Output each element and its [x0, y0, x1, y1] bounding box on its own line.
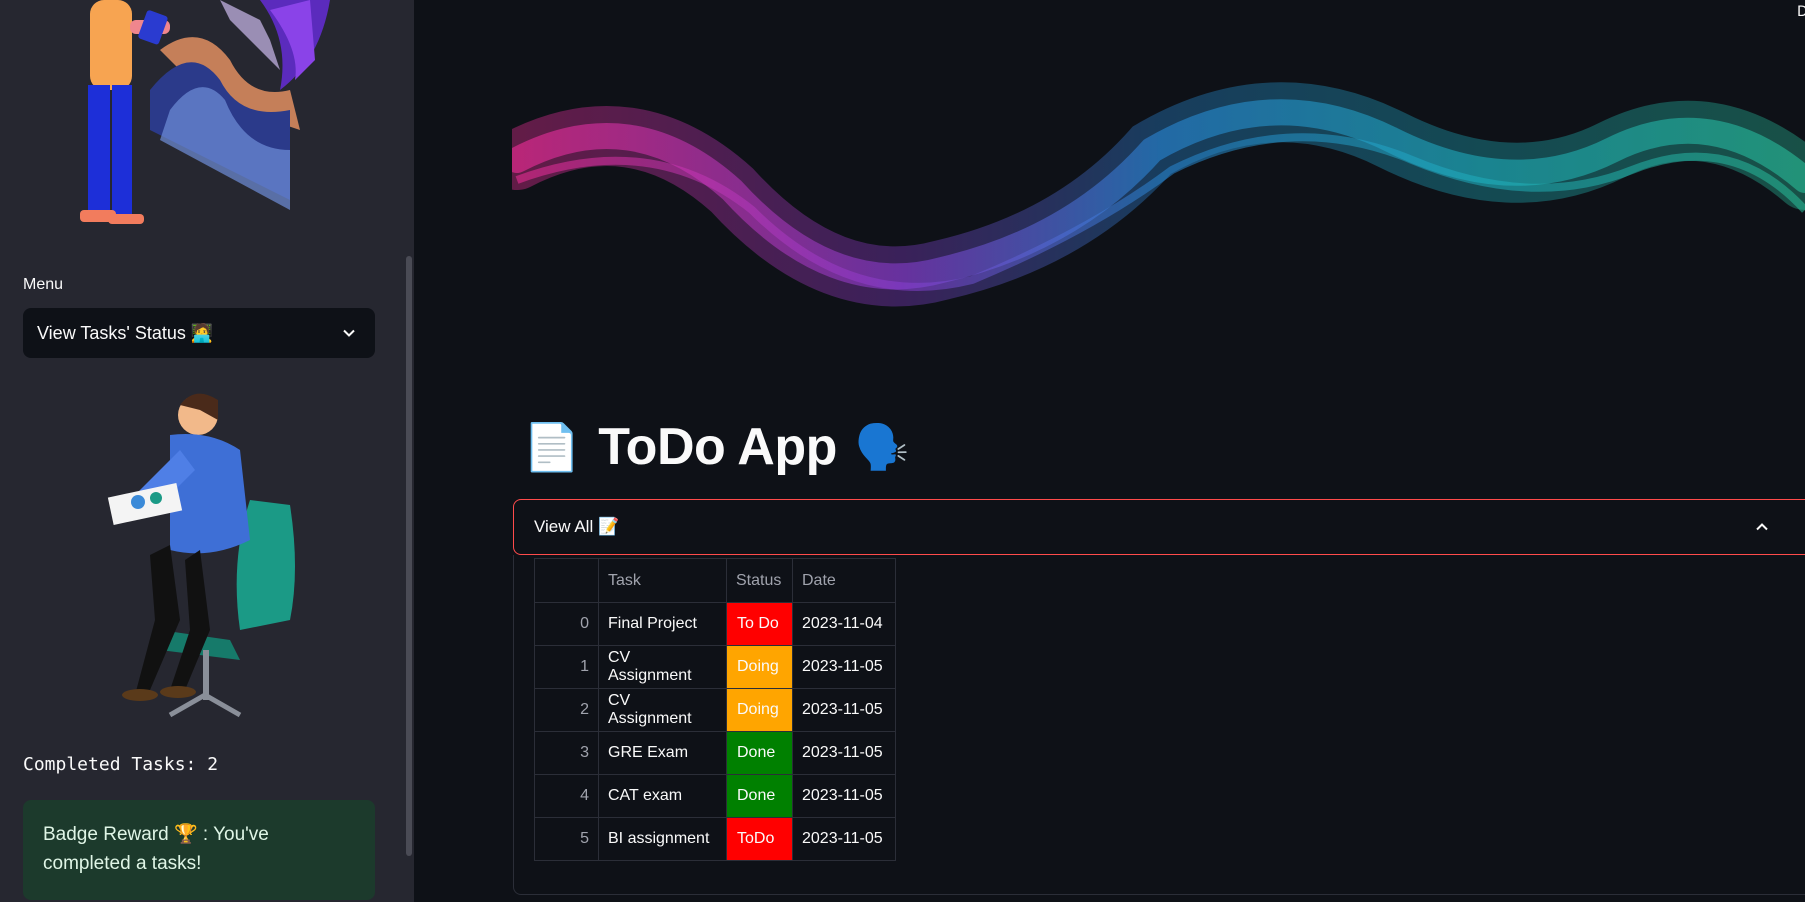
status-cell[interactable]: Done [726, 731, 793, 775]
speaking-head-icon: 🗣️ [854, 422, 910, 473]
document-icon: 📄 [523, 419, 581, 474]
status-cell[interactable]: Doing [726, 688, 793, 732]
status-cell[interactable]: Doing [726, 645, 793, 689]
table-row[interactable]: 2 CV Assignment Doing 2023-11-05 [534, 688, 896, 732]
status-cell[interactable]: ToDo [726, 817, 793, 861]
table-header-row: Task Status Date [534, 558, 896, 603]
menu-label: Menu [23, 276, 64, 293]
view-all-expander[interactable]: View All 📝 [513, 499, 1805, 555]
table-row[interactable]: 3 GRE Exam Done 2023-11-05 [534, 731, 896, 775]
thinking-person-chair-illustration [107, 393, 295, 718]
corner-text: D [1797, 4, 1805, 20]
row-index: 5 [534, 817, 599, 861]
row-index: 3 [534, 731, 599, 775]
task-cell[interactable]: Final Project [598, 602, 727, 646]
row-index: 4 [534, 774, 599, 818]
badge-reward-alert: Badge Reward 🏆 : You've completed a task… [23, 800, 375, 900]
date-cell[interactable]: 2023-11-05 [792, 774, 896, 818]
title-text: ToDo App [598, 418, 837, 476]
row-index: 0 [534, 602, 599, 646]
task-cell[interactable]: GRE Exam [598, 731, 727, 775]
status-cell[interactable]: Done [726, 774, 793, 818]
column-header-task[interactable]: Task [598, 558, 727, 603]
task-cell[interactable]: BI assignment [598, 817, 727, 861]
column-header-status[interactable]: Status [726, 558, 793, 603]
row-index: 2 [534, 688, 599, 732]
table-row[interactable]: 1 CV Assignment Doing 2023-11-05 [534, 645, 896, 689]
row-index: 1 [534, 645, 599, 689]
completed-tasks-text: Completed Tasks: 2 [23, 754, 219, 775]
date-cell[interactable]: 2023-11-05 [792, 817, 896, 861]
table-row[interactable]: 0 Final Project To Do 2023-11-04 [534, 602, 896, 646]
date-cell[interactable]: 2023-11-05 [792, 731, 896, 775]
task-cell[interactable]: CV Assignment [598, 688, 727, 732]
sidebar: Menu View Tasks' Status 🧑‍💻 Completed Ta… [0, 0, 414, 902]
sidebar-scrollbar[interactable] [406, 256, 412, 856]
chevron-down-icon [343, 329, 355, 337]
task-cell[interactable]: CAT exam [598, 774, 727, 818]
date-cell[interactable]: 2023-11-04 [792, 602, 896, 646]
expander-label: View All 📝 [534, 517, 620, 536]
table-row[interactable]: 4 CAT exam Done 2023-11-05 [534, 774, 896, 818]
table-row[interactable]: 5 BI assignment ToDo 2023-11-05 [534, 817, 896, 861]
column-header-index[interactable] [534, 558, 599, 603]
menu-select[interactable]: View Tasks' Status 🧑‍💻 [23, 308, 375, 358]
particle-wave-banner [512, 82, 1805, 307]
date-cell[interactable]: 2023-11-05 [792, 645, 896, 689]
menu-select-value: View Tasks' Status 🧑‍💻 [37, 322, 214, 343]
analytics-person-illustration [80, 0, 330, 224]
status-cell[interactable]: To Do [726, 602, 793, 646]
tasks-table[interactable]: Task Status Date 0 Final Project To Do 2023… [534, 558, 896, 861]
page-title: 📄 ToDo App 🗣️ [523, 410, 910, 484]
column-header-date[interactable]: Date [792, 558, 896, 603]
date-cell[interactable]: 2023-11-05 [792, 688, 896, 732]
chevron-up-icon [1756, 523, 1768, 531]
task-cell[interactable]: CV Assignment [598, 645, 727, 689]
